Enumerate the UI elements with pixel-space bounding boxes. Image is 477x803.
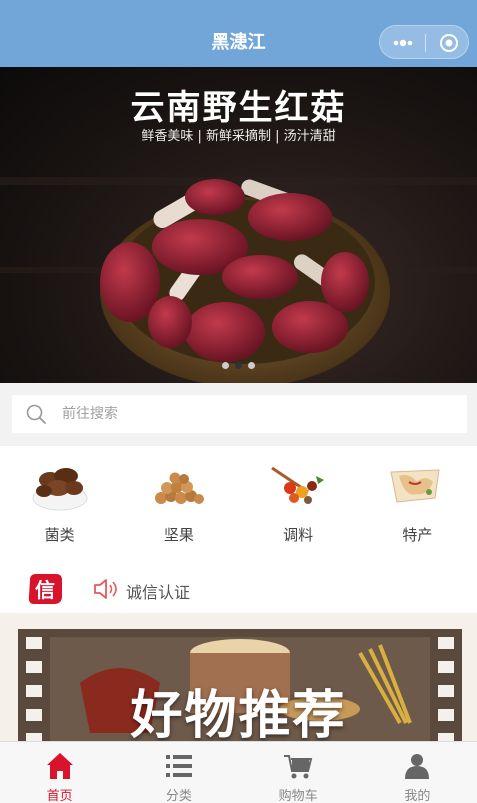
category-item-mushrooms[interactable]: 菌类 <box>0 446 119 559</box>
menu-capsule <box>379 25 469 59</box>
category-label: 特产 <box>402 526 433 544</box>
banner-subline: 鲜香美味 | 新鲜采摘制 | 汤汁清甜 <box>141 129 336 144</box>
banner-headline: 云南野生红菇 <box>130 88 347 128</box>
specialty-food-icon <box>390 469 440 503</box>
promo-banner[interactable]: 好物推荐 <box>0 613 477 743</box>
notice-bar[interactable]: 信 诚信认证 <box>0 559 477 615</box>
tab-category[interactable]: 分类 <box>119 742 238 803</box>
notice-text: 诚信认证 <box>126 583 191 602</box>
tab-label: 我的 <box>404 789 431 803</box>
speaker-icon <box>94 579 117 599</box>
carousel-indicator <box>0 354 477 373</box>
promo-title: 好物推荐 <box>130 686 347 743</box>
list-icon <box>165 755 192 777</box>
carousel-dot[interactable] <box>235 362 242 369</box>
seal-text: 信 <box>35 578 55 602</box>
capsule-divider <box>425 34 426 52</box>
user-icon <box>405 754 430 779</box>
app-screen: 黑漶江 云南野生红菇 鲜香美味 | 新鲜采摘制 | 汤汁清甜 前往搜索 菌类 坚… <box>0 0 477 803</box>
category-grid: 菌类 坚果 调料 特产 <box>0 446 477 559</box>
search-input[interactable] <box>62 395 452 433</box>
banner-carousel[interactable]: 云南野生红菇 鲜香美味 | 新鲜采摘制 | 汤汁清甜 <box>0 67 477 383</box>
tab-profile[interactable]: 我的 <box>358 742 477 803</box>
navigation-bar: 黑漶江 <box>0 0 477 67</box>
category-item-specialty[interactable]: 特产 <box>358 446 477 559</box>
target-circle-icon[interactable] <box>439 33 459 53</box>
cart-icon <box>284 755 313 779</box>
home-icon <box>46 753 73 779</box>
bottom-tab-bar: 首页 分类 购物车 我的 <box>0 741 477 803</box>
mushroom-bowl-icon <box>32 468 88 511</box>
more-dots-icon[interactable] <box>390 35 416 51</box>
search-icon <box>26 404 46 424</box>
integrity-seal-icon: 信 <box>28 574 62 604</box>
carousel-dot[interactable] <box>248 362 255 369</box>
spices-icon <box>271 466 325 504</box>
category-label: 菌类 <box>44 526 75 544</box>
search-bar[interactable] <box>12 395 467 433</box>
tab-cart[interactable]: 购物车 <box>239 742 358 803</box>
tab-label: 购物车 <box>278 789 318 803</box>
nuts-pile-icon <box>154 472 204 504</box>
carousel-dot[interactable] <box>222 362 229 369</box>
tab-label: 分类 <box>165 789 192 803</box>
search-section <box>0 383 477 446</box>
category-label: 坚果 <box>163 526 194 544</box>
category-item-nuts[interactable]: 坚果 <box>119 446 238 559</box>
category-label: 调料 <box>283 526 314 544</box>
tab-label: 首页 <box>46 789 73 803</box>
tab-home[interactable]: 首页 <box>0 742 119 803</box>
category-item-spices[interactable]: 调料 <box>239 446 358 559</box>
